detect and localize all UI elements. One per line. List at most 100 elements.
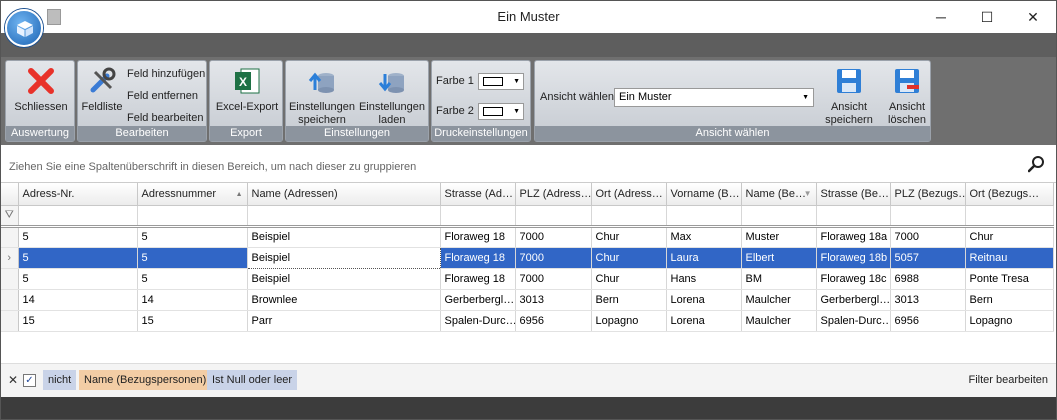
filter-cell[interactable] [440,205,516,228]
table-cell[interactable]: Hans [666,268,742,290]
table-cell[interactable]: BM [741,268,817,290]
group-by-panel[interactable]: Ziehen Sie eine Spaltenüberschrift in di… [1,145,1056,183]
row-indicator[interactable]: › [1,247,19,269]
table-cell[interactable]: Lorena [666,310,742,332]
table-cell[interactable]: 7000 [515,268,592,290]
table-cell[interactable]: 5 [18,247,138,269]
table-cell[interactable]: Gerberbergl… [816,289,891,311]
table-cell[interactable]: 14 [137,289,248,311]
farbe2-picker[interactable]: ▼ [478,103,524,120]
filter-bearbeiten-link[interactable]: Filter bearbeiten [969,374,1049,386]
table-row[interactable]: 5 5 Beispiel Floraweg 18 7000 Chur Max Muster Fl… [1,226,1054,248]
table-cell[interactable]: 7000 [515,247,592,269]
column-header[interactable]: Name (Adressen) [247,183,441,206]
row-indicator[interactable] [1,289,19,311]
table-cell[interactable]: Reitnau [965,247,1054,269]
table-cell[interactable]: 6956 [890,310,966,332]
table-cell[interactable]: Parr [247,310,441,332]
column-header[interactable]: Strasse (Be… [816,183,891,206]
table-cell[interactable]: 6988 [890,268,966,290]
table-cell[interactable]: Ponte Tresa [965,268,1054,290]
filter-cell[interactable] [890,205,966,228]
table-cell[interactable]: Max [666,226,742,248]
table-cell[interactable]: Floraweg 18c [816,268,891,290]
filter-chip-nicht[interactable]: nicht [43,370,77,390]
close-window-button[interactable]: ✕ [1010,1,1056,33]
table-row[interactable]: 14 14 Brownlee Gerberbergl… 3013 Bern Lorena Ma… [1,289,1054,311]
table-cell[interactable]: Floraweg 18 [440,268,516,290]
einstellungen-speichern-button[interactable]: Einstellungen speichern [288,65,356,127]
row-indicator[interactable] [1,226,19,248]
table-cell[interactable]: 5 [18,226,138,248]
search-icon[interactable] [1027,155,1046,176]
filter-cell[interactable] [741,205,817,228]
filter-cell[interactable] [591,205,667,228]
table-cell[interactable]: 5 [137,247,248,269]
column-header[interactable]: PLZ (Bezugs… [890,183,966,206]
table-cell[interactable]: 7000 [890,226,966,248]
column-header[interactable]: Vorname (B… [666,183,742,206]
table-cell[interactable]: Floraweg 18 [440,247,516,269]
filter-cell[interactable] [137,205,248,228]
column-header[interactable]: Ort (Bezugs… [965,183,1054,206]
table-cell[interactable]: Lopagno [591,310,667,332]
table-cell[interactable]: Maulcher [741,310,817,332]
table-cell[interactable]: Chur [965,226,1054,248]
table-cell[interactable]: Chur [591,247,667,269]
einstellungen-laden-button[interactable]: Einstellungen laden [358,65,426,127]
table-cell[interactable]: 3013 [890,289,966,311]
feldliste-button[interactable]: Feldliste [80,65,124,114]
table-cell[interactable]: 15 [137,310,248,332]
filter-cell[interactable] [666,205,742,228]
table-cell[interactable]: Beispiel [247,226,441,248]
column-header[interactable]: Adress-Nr. [18,183,138,206]
row-indicator[interactable] [1,310,19,332]
table-cell[interactable]: Gerberbergl… [440,289,516,311]
column-header[interactable]: Name (Be… ▼ [741,183,817,206]
table-cell[interactable]: Bern [965,289,1054,311]
table-cell[interactable]: 5 [137,268,248,290]
table-cell[interactable]: Floraweg 18 [440,226,516,248]
table-cell[interactable]: 5 [18,268,138,290]
table-cell[interactable]: Lopagno [965,310,1054,332]
row-indicator[interactable] [1,268,19,290]
table-cell[interactable]: Brownlee [247,289,441,311]
column-header[interactable]: Adressnummer ▲ [137,183,248,206]
table-cell[interactable]: Floraweg 18b [816,247,891,269]
table-cell[interactable]: 7000 [515,226,592,248]
table-cell[interactable]: Laura [666,247,742,269]
app-menu-icon[interactable] [5,9,43,47]
feld-entfernen-button[interactable]: Feld entfernen [127,90,198,102]
table-cell[interactable]: Floraweg 18a [816,226,891,248]
table-cell[interactable]: Lorena [666,289,742,311]
table-cell[interactable]: Beispiel [247,268,441,290]
table-row[interactable]: 5 5 Beispiel Floraweg 18 7000 Chur Hans BM Flora… [1,268,1054,290]
data-grid[interactable]: Adress-Nr. Adressnummer ▲ Name (Adressen)… [1,183,1056,363]
table-cell[interactable]: Spalen-Durc… [440,310,516,332]
maximize-button[interactable]: ☐ [964,1,1010,33]
table-cell[interactable]: Elbert [741,247,817,269]
table-cell[interactable]: 5 [137,226,248,248]
table-cell[interactable]: Chur [591,226,667,248]
table-cell[interactable]: 15 [18,310,138,332]
minimize-button[interactable]: ─ [918,1,964,33]
filter-cell[interactable] [247,205,441,228]
filter-cell[interactable] [965,205,1054,228]
table-cell[interactable]: Bern [591,289,667,311]
ansicht-select[interactable]: Ein Muster ▼ [614,88,814,107]
schliessen-button[interactable]: Schliessen [10,65,72,114]
feld-hinzufuegen-button[interactable]: Feld hinzufügen [127,68,205,80]
table-cell[interactable]: 6956 [515,310,592,332]
filter-enabled-checkbox[interactable]: ✓ [23,374,36,387]
filter-chip-field[interactable]: Name (Bezugspersonen) [79,370,212,390]
table-row[interactable]: 15 15 Parr Spalen-Durc… 6956 Lopagno Lorena Mau… [1,310,1054,332]
table-cell[interactable]: Spalen-Durc… [816,310,891,332]
table-cell[interactable]: Muster [741,226,817,248]
table-cell[interactable]: 14 [18,289,138,311]
excel-export-button[interactable]: X Excel-Export [212,65,282,114]
column-header[interactable]: Strasse (Ad… [440,183,516,206]
ansicht-loeschen-button[interactable]: Ansicht löschen [883,65,931,127]
table-cell[interactable]: 3013 [515,289,592,311]
filter-chip-operator[interactable]: Ist Null oder leer [207,370,298,390]
filter-cell[interactable] [18,205,138,228]
